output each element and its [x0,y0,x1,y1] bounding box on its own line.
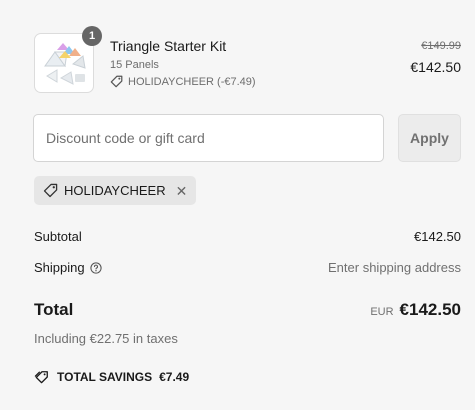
quantity-badge: 1 [82,26,102,46]
tag-icon [43,183,58,198]
shipping-label-row: Shipping [34,260,102,275]
subtotal-label: Subtotal [34,229,82,244]
close-icon[interactable]: ✕ [176,184,188,198]
total-value-group: EUR €142.50 [370,300,461,320]
product-price: €142.50 [410,59,461,75]
applied-discount-code: HOLIDAYCHEER [64,183,166,198]
savings-label: TOTAL SAVINGS [57,370,153,384]
total-amount: €142.50 [399,300,461,319]
tags-icon [34,371,48,384]
shipping-label: Shipping [34,260,85,275]
subtotal-value: €142.50 [414,229,461,244]
question-circle-icon[interactable] [89,261,102,274]
product-variant: 15 Panels [110,59,159,71]
product-title: Triangle Starter Kit [110,38,227,54]
apply-button[interactable]: Apply [398,114,461,162]
shipping-value: Enter shipping address [328,260,461,275]
total-label: Total [34,300,74,319]
product-discount-label: HOLIDAYCHEER (-€7.49) [128,75,256,88]
currency-code: EUR [370,306,394,318]
savings-value: €7.49 [159,370,190,384]
original-price: €149.99 [421,40,461,52]
applied-discount-tag: HOLIDAYCHEER ✕ [34,176,197,205]
total-savings: TOTAL SAVINGS €7.49 [34,370,189,384]
product-discount: HOLIDAYCHEER (-€7.49) [110,75,256,88]
tag-icon [110,75,123,88]
discount-code-input[interactable] [33,114,384,162]
taxes-note: Including €22.75 in taxes [34,331,178,346]
